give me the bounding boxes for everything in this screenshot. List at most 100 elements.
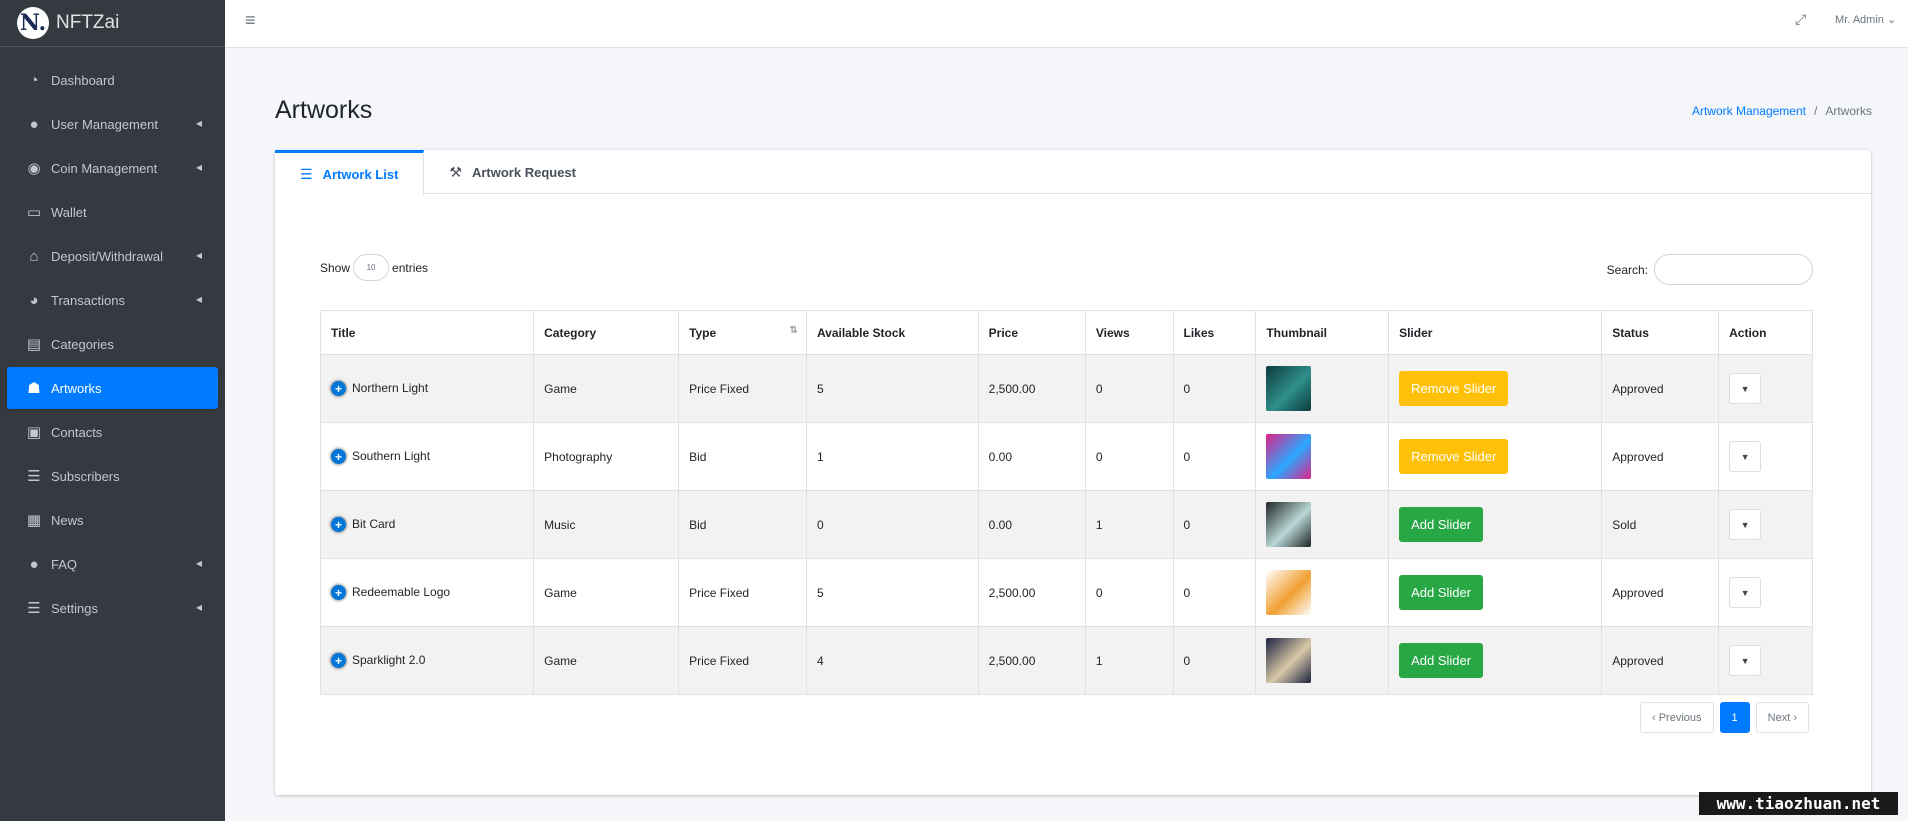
sidebar-item-dashboard[interactable]: ◔ Dashboard [7, 59, 218, 101]
cell-slider: Add Slider [1388, 626, 1603, 695]
sidebar-item-label: Contacts [51, 424, 103, 440]
watermark: www.tiaozhuan.net [1699, 792, 1898, 815]
expand-row-icon[interactable]: + [331, 381, 346, 397]
sidebar-item-subscribers[interactable]: ☰ Subscribers [7, 455, 218, 497]
column-header-label: Thumbnail [1266, 325, 1327, 340]
pagination-next[interactable]: Next › [1755, 702, 1809, 733]
column-header-action[interactable]: Action [1718, 310, 1813, 355]
sidebar-item-deposit-withdrawal[interactable]: ⌂ Deposit/Withdrawal ◂ [7, 235, 218, 277]
sidebar-item-artworks[interactable]: ☗ Artworks [7, 367, 218, 409]
cell-thumbnail [1255, 626, 1390, 695]
content-area: Artworks Artwork Management / Artworks ☰ A… [225, 48, 1908, 821]
cell-title: + Southern Light [319, 422, 535, 491]
cell-thumbnail [1255, 558, 1390, 627]
sidebar-item-faq[interactable]: ● FAQ ◂ [7, 543, 218, 585]
column-header-views[interactable]: Views [1084, 310, 1174, 355]
sidebar-item-label: Transactions [51, 292, 125, 308]
column-header-label: Category [544, 325, 597, 340]
pagination-page-1[interactable]: 1 [1719, 702, 1750, 733]
add-slider-button[interactable]: Add Slider [1399, 575, 1484, 610]
fullscreen-icon[interactable]: ⤢ [1795, 11, 1806, 28]
cell-action: ▼ [1718, 354, 1813, 423]
artwork-status: Approved [1612, 449, 1664, 464]
cell-type: Price Fixed [678, 354, 807, 423]
artwork-price: 2,500.00 [988, 653, 1036, 668]
column-header-label: Available Stock [816, 325, 906, 340]
expand-row-icon[interactable]: + [331, 517, 346, 533]
breadcrumb-parent-link[interactable]: Artwork Management [1692, 104, 1806, 118]
cell-status: Approved [1601, 626, 1720, 695]
cell-status: Approved [1601, 558, 1720, 627]
user-menu[interactable]: Mr. Admin ⌄ [1835, 13, 1896, 26]
hamburger-menu-icon[interactable]: ≡ [245, 10, 256, 31]
sidebar-item-news[interactable]: ▦ News [7, 499, 218, 541]
tab-label: Artwork List [322, 166, 399, 182]
column-header-likes[interactable]: Likes [1172, 310, 1257, 355]
artwork-thumbnail [1266, 570, 1312, 615]
expand-row-icon[interactable]: + [331, 449, 346, 465]
artwork-stock: 4 [816, 653, 824, 668]
artwork-views: 1 [1095, 517, 1103, 532]
sidebar-item-transactions[interactable]: ◕ Transactions ◂ [7, 279, 218, 321]
column-header-thumbnail[interactable]: Thumbnail [1255, 310, 1390, 355]
action-dropdown-button[interactable]: ▼ [1729, 441, 1762, 472]
sidebar-item-label: Wallet [51, 204, 87, 220]
search-input[interactable] [1654, 254, 1813, 285]
cell-thumbnail [1255, 422, 1390, 491]
column-header-label: Likes [1183, 325, 1215, 340]
sidebar-item-user-management[interactable]: ● User Management ◂ [7, 103, 218, 145]
sidebar-item-label: Categories [51, 336, 114, 352]
action-dropdown-button[interactable]: ▼ [1729, 373, 1762, 404]
entries-select[interactable]: 10 [353, 254, 390, 281]
table-search: Search: [1607, 254, 1813, 285]
artwork-likes: 0 [1183, 381, 1191, 396]
artwork-status: Approved [1612, 653, 1664, 668]
column-header-type[interactable]: Type ⇅ [678, 310, 807, 355]
brand-link[interactable]: N. NFTZai [0, 0, 225, 47]
artwork-likes: 0 [1183, 653, 1191, 668]
sidebar-item-settings[interactable]: ☰ Settings ◂ [7, 587, 218, 629]
column-header-status[interactable]: Status [1601, 310, 1720, 355]
add-slider-button[interactable]: Add Slider [1399, 507, 1484, 542]
cell-likes: 0 [1172, 354, 1257, 423]
column-header-price[interactable]: Price [977, 310, 1086, 355]
search-label: Search: [1606, 262, 1648, 277]
expand-row-icon[interactable]: + [331, 653, 346, 669]
expand-row-icon[interactable]: + [331, 585, 346, 601]
action-dropdown-button[interactable]: ▼ [1729, 509, 1762, 540]
column-header-category[interactable]: Category [533, 310, 680, 355]
column-header-title[interactable]: Title [319, 310, 535, 355]
add-slider-button[interactable]: Add Slider [1399, 643, 1484, 678]
tab-artwork-request[interactable]: ⚒ Artwork Request [424, 150, 601, 194]
column-header-available-stock[interactable]: Available Stock [805, 310, 979, 355]
pagination: ‹ Previous 1 Next › [1634, 702, 1809, 733]
action-dropdown-button[interactable]: ▼ [1729, 577, 1762, 608]
tab-artwork-list[interactable]: ☰ Artwork List [275, 150, 425, 195]
chevron-left-icon: ◂ [195, 248, 202, 262]
sidebar-item-categories[interactable]: ▤ Categories [7, 323, 218, 365]
artwork-type: Bid [689, 449, 707, 464]
chevron-left-icon: ◂ [195, 116, 202, 130]
sidebar-item-label: News [51, 512, 84, 528]
cell-action: ▼ [1718, 422, 1813, 491]
cell-stock: 5 [805, 558, 979, 627]
sidebar-item-coin-management[interactable]: ◉ Coin Management ◂ [7, 147, 218, 189]
cell-title: + Northern Light [319, 354, 535, 423]
cell-type: Bid [678, 422, 807, 491]
column-header-slider[interactable]: Slider [1388, 310, 1603, 355]
cell-action: ▼ [1718, 490, 1813, 559]
cell-likes: 0 [1172, 422, 1257, 491]
cell-category: Music [533, 490, 680, 559]
remove-slider-button[interactable]: Remove Slider [1399, 371, 1509, 406]
remove-slider-button[interactable]: Remove Slider [1399, 439, 1509, 474]
cell-action: ▼ [1718, 558, 1813, 627]
sidebar-item-label: Artworks [51, 380, 102, 396]
artwork-views: 0 [1095, 585, 1103, 600]
hands-helping-icon: ⚒ [449, 163, 462, 180]
artwork-likes: 0 [1183, 517, 1191, 532]
column-header-label: Price [988, 325, 1019, 340]
pagination-previous[interactable]: ‹ Previous [1640, 702, 1714, 733]
sidebar-item-wallet[interactable]: ▭ Wallet [7, 191, 218, 233]
sidebar-item-contacts[interactable]: ▣ Contacts [7, 411, 218, 453]
action-dropdown-button[interactable]: ▼ [1729, 645, 1762, 676]
